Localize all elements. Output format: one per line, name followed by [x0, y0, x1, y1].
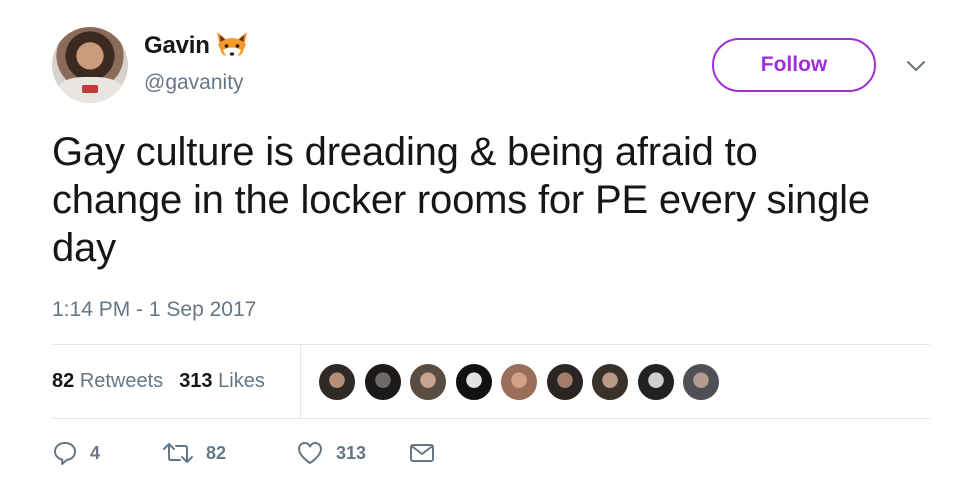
- likes-count: 313: [179, 370, 213, 392]
- divider-bottom: [52, 418, 930, 419]
- fox-face-icon: [214, 30, 250, 62]
- retweets-stat[interactable]: 82 Retweets: [52, 370, 163, 393]
- liker-avatar[interactable]: [500, 363, 538, 401]
- liker-avatar[interactable]: [591, 363, 629, 401]
- author-handle[interactable]: @gavanity: [144, 71, 244, 95]
- liker-avatar[interactable]: [409, 363, 447, 401]
- liker-avatar[interactable]: [363, 363, 402, 401]
- reply-icon: [52, 440, 78, 466]
- tweet-actions: 4 82 313: [52, 440, 436, 466]
- divider-top: [52, 344, 930, 345]
- follow-button[interactable]: Follow: [712, 38, 876, 92]
- liker-avatar[interactable]: [682, 363, 720, 401]
- likes-stat[interactable]: 313 Likes: [179, 370, 265, 393]
- liker-avatars: [318, 363, 728, 401]
- liker-avatar[interactable]: [318, 363, 356, 401]
- retweets-count: 82: [52, 370, 75, 392]
- reply-button[interactable]: 4: [52, 440, 162, 466]
- retweet-icon: [162, 440, 194, 466]
- tweet-stats: 82 Retweets 313 Likes: [52, 370, 281, 393]
- author-avatar[interactable]: [52, 27, 128, 103]
- liker-avatar[interactable]: [454, 363, 493, 401]
- like-count: 313: [336, 442, 367, 463]
- heart-icon: [296, 440, 324, 466]
- avatar-shirt: [58, 77, 122, 103]
- reply-count: 4: [90, 442, 101, 463]
- direct-message-button[interactable]: [408, 441, 436, 465]
- author-name-row: Gavin: [144, 30, 250, 62]
- envelope-icon: [408, 441, 436, 465]
- like-button[interactable]: 313: [296, 440, 408, 466]
- liker-avatar[interactable]: [636, 363, 675, 401]
- likes-label: Likes: [218, 370, 265, 392]
- chevron-down-icon[interactable]: [905, 58, 927, 74]
- retweets-label: Retweets: [79, 370, 164, 392]
- stats-divider: [300, 345, 301, 418]
- retweet-button[interactable]: 82: [162, 440, 296, 466]
- tweet-text: Gay culture is dreading & being afraid t…: [52, 130, 870, 270]
- tweet-timestamp[interactable]: 1:14 PM - 1 Sep 2017: [52, 298, 256, 322]
- author-display-name[interactable]: Gavin: [144, 32, 210, 60]
- retweet-count: 82: [206, 442, 227, 463]
- liker-avatar[interactable]: [545, 363, 584, 401]
